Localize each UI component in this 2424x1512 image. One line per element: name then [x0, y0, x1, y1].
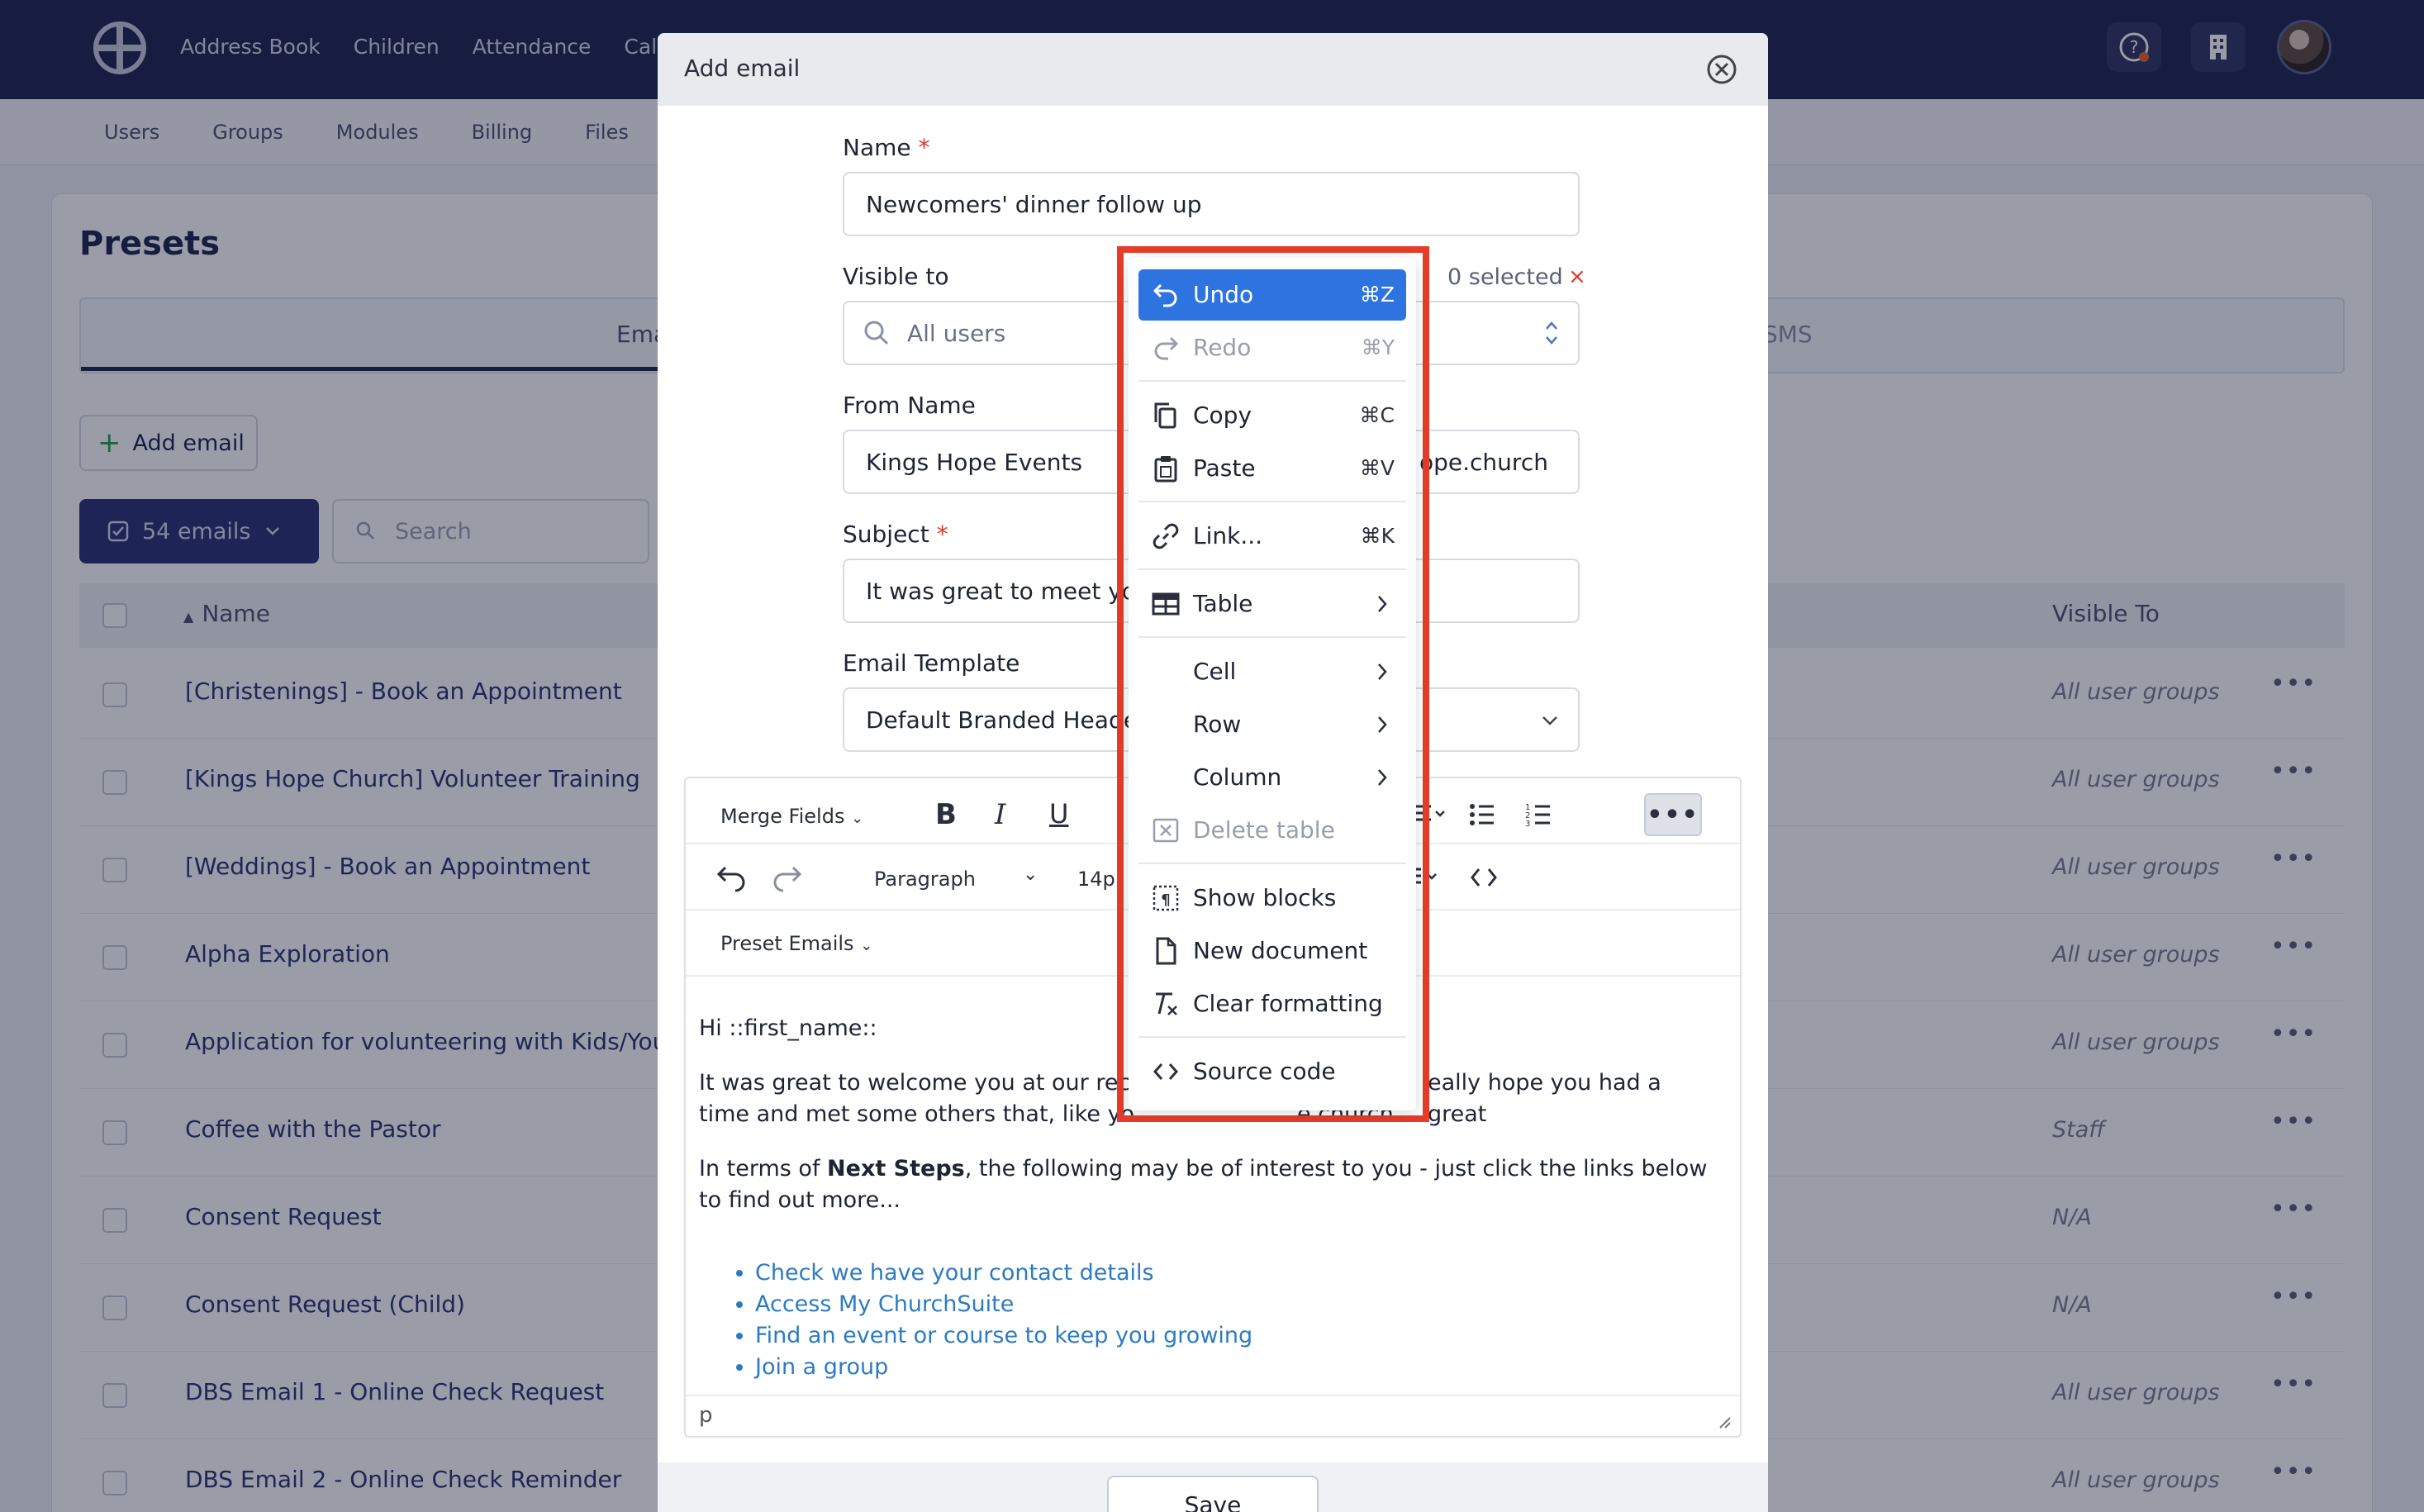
- menu-item-delete-table[interactable]: Delete table: [1138, 805, 1406, 856]
- source-code-icon: [1153, 1063, 1179, 1080]
- menu-label: Redo: [1193, 334, 1252, 361]
- selected-count: 0 selected: [1447, 264, 1563, 290]
- redo-icon: [1154, 336, 1179, 360]
- from-name-label: From Name: [843, 392, 976, 419]
- svg-text:3: 3: [1525, 820, 1530, 828]
- clear-formatting-icon: [1156, 992, 1177, 1015]
- menu-item-cell[interactable]: Cell: [1138, 646, 1406, 697]
- copy-icon: [1154, 402, 1176, 429]
- menu-item-undo[interactable]: Undo ⌘Z: [1138, 269, 1406, 321]
- menu-label: Show blocks: [1193, 884, 1337, 911]
- menu-item-copy[interactable]: Copy ⌘C: [1138, 390, 1406, 441]
- menu-item-paste[interactable]: Paste ⌘V: [1138, 443, 1406, 494]
- menu-separator: [1138, 568, 1406, 570]
- menu-label: Column: [1193, 763, 1282, 791]
- menu-separator: [1138, 1036, 1406, 1038]
- menu-shortcut: ⌘C: [1359, 403, 1395, 427]
- menu-label: Clear formatting: [1193, 990, 1383, 1017]
- numbered-list-icon[interactable]: 1 2 3: [1525, 801, 1552, 828]
- menu-item-source-code[interactable]: Source code: [1138, 1046, 1406, 1097]
- menu-label: Cell: [1193, 658, 1237, 685]
- link-join-group[interactable]: Join a group: [755, 1352, 1727, 1383]
- menu-label: Paste: [1193, 454, 1256, 482]
- menu-item-link[interactable]: Link... ⌘K: [1138, 511, 1406, 562]
- bullet-list-icon[interactable]: [1469, 801, 1495, 828]
- underline-icon[interactable]: U: [1049, 798, 1068, 830]
- chevron-down-icon: [1542, 716, 1557, 725]
- link-contact-details[interactable]: Check we have your contact details: [755, 1258, 1727, 1289]
- resize-handle-icon[interactable]: [1717, 1415, 1732, 1429]
- paste-icon: [1154, 456, 1177, 483]
- visible-to-label: Visible to: [843, 263, 949, 290]
- link-find-event[interactable]: Find an event or course to keep you grow…: [755, 1320, 1727, 1352]
- delete-table-icon: [1153, 818, 1179, 843]
- from-email-value[interactable]: ope.church: [1419, 449, 1548, 476]
- menu-label: New document: [1193, 937, 1368, 964]
- bold-icon[interactable]: B: [935, 798, 957, 831]
- save-button[interactable]: Save: [1107, 1476, 1319, 1512]
- italic-icon[interactable]: I: [995, 798, 1005, 831]
- menu-shortcut: ⌘K: [1360, 524, 1395, 548]
- menu-shortcut: ⌘Y: [1361, 335, 1395, 359]
- modal-header: Add email: [658, 33, 1768, 106]
- link-icon: [1153, 523, 1179, 549]
- paragraph-format-dropdown[interactable]: Paragraph ⌄: [874, 864, 1038, 891]
- chevron-right-icon: [1378, 769, 1387, 786]
- select-arrows-icon: [1546, 321, 1557, 345]
- redo-icon[interactable]: [772, 863, 803, 892]
- table-icon: [1152, 592, 1180, 616]
- undo-icon: [1153, 283, 1177, 307]
- chevron-right-icon: [1378, 663, 1387, 680]
- email-template-label: Email Template: [843, 649, 1020, 677]
- menu-separator: [1138, 863, 1406, 864]
- menu-label: Source code: [1193, 1058, 1336, 1085]
- menu-item-clear-formatting[interactable]: Clear formatting: [1138, 978, 1406, 1029]
- undo-icon[interactable]: [715, 863, 747, 892]
- show-blocks-icon: ¶: [1153, 885, 1179, 911]
- link-my-churchsuite[interactable]: Access My ChurchSuite: [755, 1289, 1727, 1320]
- more-toolbar-button[interactable]: •••: [1644, 793, 1702, 836]
- menu-label: Delete table: [1193, 816, 1335, 844]
- close-icon[interactable]: [1705, 53, 1738, 86]
- clear-selection-button[interactable]: ×: [1568, 264, 1586, 289]
- menu-item-redo[interactable]: Redo ⌘Y: [1138, 322, 1406, 373]
- menu-shortcut: ⌘V: [1359, 456, 1395, 480]
- font-size-dropdown[interactable]: 14p: [1077, 868, 1115, 891]
- name-label: Name *: [843, 134, 930, 161]
- links-list: Check we have your contact details Acces…: [755, 1258, 1727, 1383]
- menu-item-new-document[interactable]: New document: [1138, 925, 1406, 977]
- menu-label: Copy: [1193, 402, 1252, 429]
- menu-item-row[interactable]: Row: [1138, 699, 1406, 750]
- modal-title: Add email: [684, 55, 801, 82]
- menu-label: Row: [1193, 711, 1242, 738]
- menu-item-table[interactable]: Table: [1138, 578, 1406, 630]
- chevron-right-icon: [1378, 596, 1387, 612]
- source-code-icon[interactable]: [1469, 864, 1499, 891]
- merge-fields-dropdown[interactable]: Merge Fields ⌄: [720, 805, 863, 828]
- menu-separator: [1138, 501, 1406, 502]
- preset-emails-dropdown[interactable]: Preset Emails ⌄: [720, 932, 872, 955]
- menu-item-show-blocks[interactable]: ¶ Show blocks: [1138, 872, 1406, 924]
- menu-item-column[interactable]: Column: [1138, 752, 1406, 803]
- context-menu: Undo ⌘Z Redo ⌘Y Copy ⌘C Paste ⌘V Link...…: [1129, 258, 1416, 1110]
- chevron-right-icon: [1378, 716, 1387, 733]
- menu-separator: [1138, 636, 1406, 638]
- editor-statusbar: p: [686, 1395, 1740, 1436]
- paragraph-next-steps: In terms of Next Steps, the following ma…: [699, 1156, 1708, 1213]
- menu-shortcut: ⌘Z: [1359, 283, 1395, 307]
- search-icon: [864, 321, 889, 345]
- name-field[interactable]: Newcomers' dinner follow up: [843, 172, 1580, 236]
- menu-label: Undo: [1193, 281, 1254, 308]
- element-path[interactable]: p: [699, 1403, 713, 1428]
- new-document-icon: [1156, 937, 1176, 965]
- menu-label: Table: [1193, 590, 1253, 617]
- menu-separator: [1138, 380, 1406, 382]
- menu-label: Link...: [1193, 522, 1263, 549]
- subject-label: Subject *: [843, 521, 948, 548]
- svg-text:¶: ¶: [1161, 892, 1170, 909]
